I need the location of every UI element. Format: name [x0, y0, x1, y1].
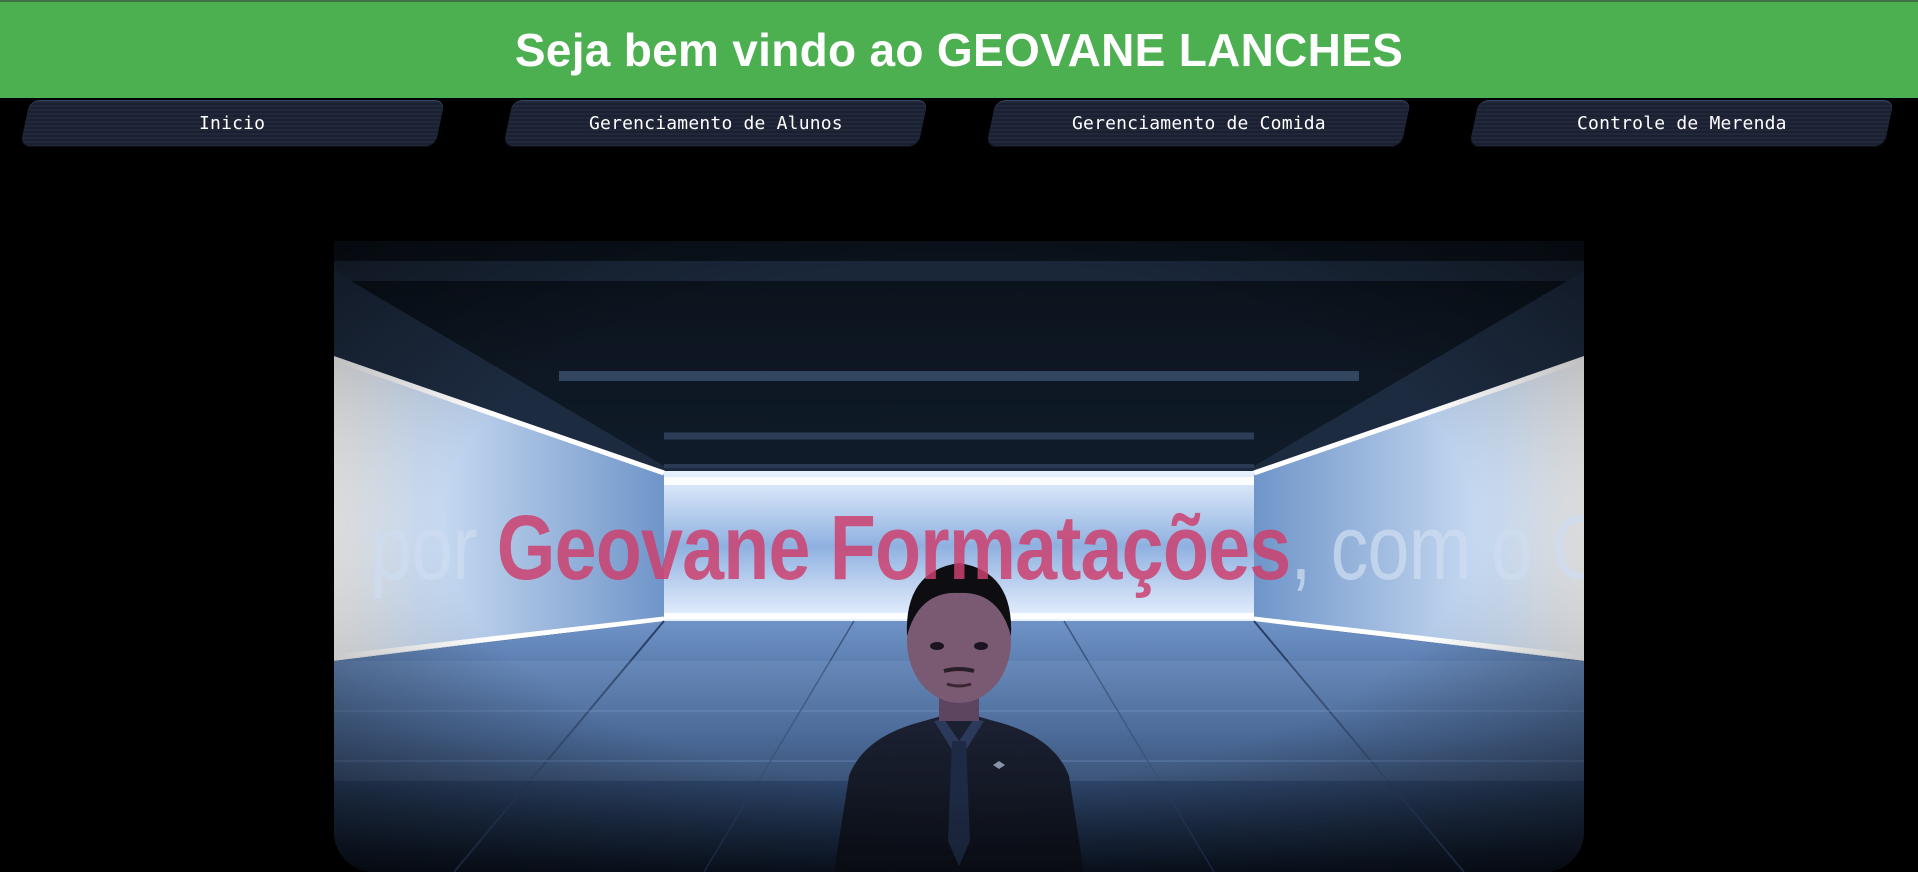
site-header: Seja bem vindo ao GEOVANE LANCHES	[0, 2, 1918, 98]
nav-button-controle-merenda[interactable]: Controle de Merenda	[1469, 100, 1894, 147]
main-nav: Inicio Gerenciamento de Alunos Gerenciam…	[0, 100, 1918, 150]
page-title: Seja bem vindo ao GEOVANE LANCHES	[514, 24, 1404, 76]
futuristic-room-illustration	[334, 241, 1584, 872]
nav-button-label: Inicio	[199, 113, 266, 134]
nav-button-label: Controle de Merenda	[1576, 113, 1787, 134]
hero-image: por Geovane Formatações, com o O	[334, 241, 1584, 872]
nav-button-gerenciamento-alunos[interactable]: Gerenciamento de Alunos	[503, 100, 928, 147]
nav-button-gerenciamento-comida[interactable]: Gerenciamento de Comida	[986, 100, 1411, 147]
nav-button-inicio[interactable]: Inicio	[20, 100, 445, 147]
nav-button-label: Gerenciamento de Alunos	[588, 113, 843, 134]
nav-button-label: Gerenciamento de Comida	[1071, 113, 1326, 134]
